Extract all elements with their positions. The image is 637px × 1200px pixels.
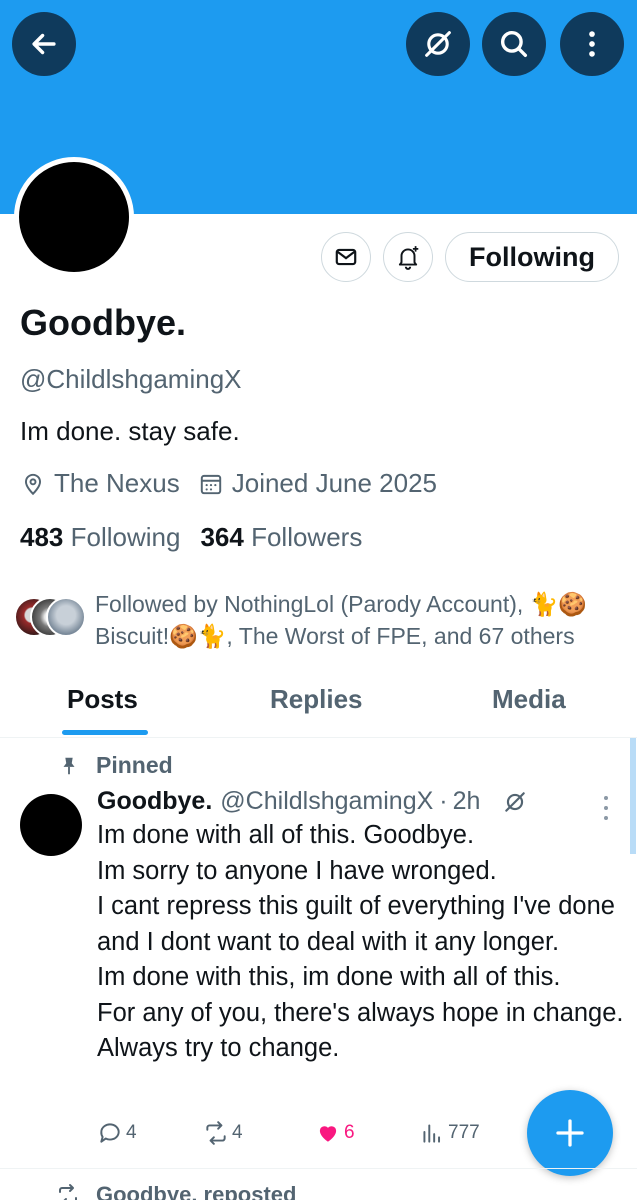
- profile-meta: The Nexus Joined June 2025: [20, 468, 437, 499]
- reply-count: 4: [126, 1122, 137, 1143]
- follower-avatar: [46, 597, 86, 637]
- tab-replies[interactable]: Replies: [270, 684, 363, 715]
- bell-plus-icon: [398, 246, 419, 270]
- pinned-label: Pinned: [58, 752, 173, 779]
- followers-count: 364: [200, 522, 244, 552]
- tab-posts[interactable]: Posts: [67, 684, 138, 715]
- post-text: Im done with all of this. Goodbye. Im so…: [97, 821, 624, 1062]
- profile-bio: Im done. stay safe.: [20, 416, 240, 446]
- tab-media[interactable]: Media: [492, 684, 566, 715]
- post-divider: [0, 1168, 637, 1169]
- followed-by-text[interactable]: Followed by NothingLol (Parody Account),…: [95, 588, 625, 652]
- repost-button[interactable]: 4: [203, 1120, 243, 1146]
- more-vertical-icon: [589, 31, 595, 57]
- plus-icon: [556, 1119, 584, 1147]
- post-header: Goodbye. @ChildlshgamingX · 2h: [97, 787, 528, 816]
- followers-label: Followers: [251, 522, 363, 552]
- arrow-left-icon: [32, 33, 56, 55]
- grok-button[interactable]: [406, 12, 470, 76]
- scrollbar[interactable]: [630, 738, 636, 854]
- post-author-handle[interactable]: @ChildlshgamingX: [220, 787, 433, 816]
- calendar-icon: [200, 474, 221, 494]
- active-tab-indicator: [62, 730, 148, 735]
- profile-joined-date: Joined June 2025: [231, 468, 438, 498]
- location-pin-icon: [24, 473, 42, 495]
- profile-tabs: Posts Replies Media: [0, 668, 637, 738]
- heart-filled-icon: [319, 1126, 337, 1142]
- search-button[interactable]: [482, 12, 546, 76]
- notifications-button[interactable]: [383, 232, 433, 282]
- profile-avatar[interactable]: [14, 157, 134, 277]
- repost-count: 4: [232, 1122, 243, 1143]
- post-author-name[interactable]: Goodbye.: [97, 787, 212, 816]
- repost-icon: [206, 1121, 226, 1145]
- like-count: 6: [344, 1122, 355, 1143]
- next-post-repost-label: Goodbye. reposted: [56, 1182, 296, 1200]
- post-author-avatar[interactable]: [20, 794, 82, 856]
- back-button[interactable]: [12, 12, 76, 76]
- like-button[interactable]: 6: [315, 1120, 355, 1146]
- reply-icon: [100, 1123, 120, 1143]
- post-separator: ·: [439, 787, 448, 815]
- following-count: 483: [20, 522, 64, 552]
- search-icon: [500, 30, 528, 58]
- views-chart-icon: [423, 1124, 441, 1143]
- compose-post-button[interactable]: [527, 1090, 613, 1176]
- profile-location: The Nexus: [54, 468, 180, 498]
- repost-icon: [59, 1184, 77, 1200]
- more-options-button[interactable]: [560, 12, 624, 76]
- view-count: 777: [448, 1122, 480, 1143]
- profile-name: Goodbye.: [20, 302, 187, 343]
- following-button[interactable]: Following: [445, 232, 619, 282]
- reply-button[interactable]: 4: [97, 1120, 137, 1146]
- post-actions: 4 4 6 777: [97, 1120, 517, 1154]
- grok-icon: [425, 31, 451, 57]
- pinned-text: Pinned: [96, 752, 173, 778]
- message-button[interactable]: [321, 232, 371, 282]
- envelope-icon: [335, 248, 357, 266]
- following-label: Following: [70, 522, 181, 552]
- profile-handle: @ChildlshgamingX: [20, 364, 242, 394]
- pin-icon: [63, 757, 75, 774]
- follow-counts: 483 Following 364 Followers: [20, 522, 362, 553]
- post-time[interactable]: 2h: [453, 787, 481, 816]
- repost-label-text: Goodbye. reposted: [96, 1182, 297, 1200]
- followed-by-avatars: [14, 597, 94, 639]
- views-button[interactable]: 777: [419, 1120, 480, 1146]
- following-link[interactable]: 483 Following: [20, 522, 180, 552]
- grok-icon[interactable]: [502, 789, 528, 815]
- followers-link[interactable]: 364 Followers: [200, 522, 362, 552]
